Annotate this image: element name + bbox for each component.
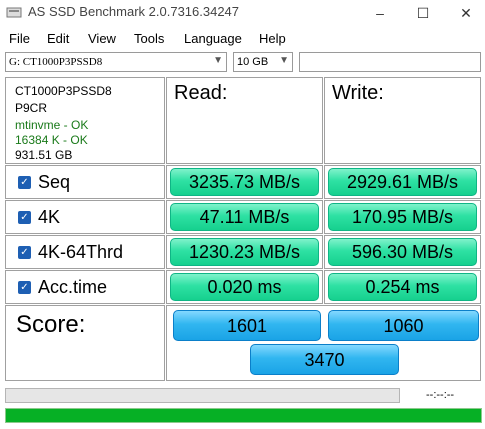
- menu-view[interactable]: View: [88, 31, 116, 46]
- menu-file[interactable]: File: [9, 31, 30, 46]
- chevron-down-icon: ▼: [279, 55, 289, 66]
- menu-bar: File Edit View Tools Language Help: [0, 27, 485, 49]
- seq-write-result: 2929.61 MB/s: [328, 168, 477, 196]
- test-progress-bar: [5, 388, 400, 403]
- title-bar: AS SSD Benchmark 2.0.7316.34247 – ☐ ✕: [0, 0, 485, 26]
- total-progress-bar: [5, 408, 482, 423]
- 4k-read-result: 47.11 MB/s: [170, 203, 319, 231]
- drive-select-value: G: CT1000P3PSSD8: [9, 56, 103, 68]
- score-write: 1060: [328, 310, 479, 341]
- acc-time-read-result: 0.020 ms: [170, 273, 319, 301]
- chevron-down-icon: ▼: [213, 55, 223, 66]
- window-title: AS SSD Benchmark 2.0.7316.34247: [28, 4, 240, 19]
- driver-status: mtinvme - OK: [15, 118, 89, 132]
- score-read: 1601: [173, 310, 321, 341]
- 4k-64thrd-label: 4K-64Thrd: [38, 242, 124, 262]
- alignment-status: 16384 K - OK: [15, 133, 88, 147]
- total-progress-fill: [6, 409, 481, 422]
- test-row-4k-64thrd: ✓ 4K-64Thrd: [5, 235, 165, 269]
- acc-time-write-result: 0.254 ms: [328, 273, 477, 301]
- 4k-64thrd-read-result: 1230.23 MB/s: [170, 238, 319, 266]
- score-total: 3470: [250, 344, 399, 375]
- blank-field[interactable]: [299, 52, 481, 72]
- drive-model: CT1000P3PSSD8: [15, 84, 112, 98]
- acc-time-label: Acc.time: [38, 277, 108, 297]
- write-column-header: Write:: [324, 77, 481, 164]
- read-header: Read:: [174, 82, 228, 104]
- 4k-write-result: 170.95 MB/s: [328, 203, 477, 231]
- seq-checkbox[interactable]: ✓: [18, 176, 31, 189]
- test-size-value: 10 GB: [237, 56, 269, 68]
- test-size-select[interactable]: 10 GB ▼: [233, 52, 293, 72]
- test-row-4k: ✓ 4K: [5, 200, 165, 234]
- close-button[interactable]: ✕: [447, 0, 485, 26]
- seq-read-result: 3235.73 MB/s: [170, 168, 319, 196]
- seq-label: Seq: [38, 172, 71, 192]
- minimize-button[interactable]: –: [361, 0, 399, 26]
- elapsed-time: --:--:--: [426, 389, 455, 401]
- drive-capacity: 931.51 GB: [15, 148, 73, 162]
- acc-time-checkbox[interactable]: ✓: [18, 281, 31, 294]
- app-icon: [6, 7, 22, 18]
- 4k-64thrd-checkbox[interactable]: ✓: [18, 246, 31, 259]
- drive-info-panel: CT1000P3PSSD8 P9CR mtinvme - OK 16384 K …: [5, 77, 165, 164]
- menu-language[interactable]: Language: [184, 31, 242, 46]
- 4k-64thrd-write-result: 596.30 MB/s: [328, 238, 477, 266]
- menu-help[interactable]: Help: [259, 31, 286, 46]
- test-row-seq: ✓ Seq: [5, 165, 165, 199]
- test-row-acc-time: ✓ Acc.time: [5, 270, 165, 304]
- 4k-label: 4K: [38, 207, 61, 227]
- menu-tools[interactable]: Tools: [134, 31, 164, 46]
- drive-select[interactable]: G: CT1000P3PSSD8 ▼: [5, 52, 227, 72]
- 4k-checkbox[interactable]: ✓: [18, 211, 31, 224]
- read-column-header: Read:: [166, 77, 323, 164]
- write-header: Write:: [332, 82, 384, 104]
- menu-edit[interactable]: Edit: [47, 31, 69, 46]
- drive-firmware: P9CR: [15, 101, 48, 115]
- score-label: Score:: [16, 311, 86, 338]
- maximize-button[interactable]: ☐: [404, 0, 442, 26]
